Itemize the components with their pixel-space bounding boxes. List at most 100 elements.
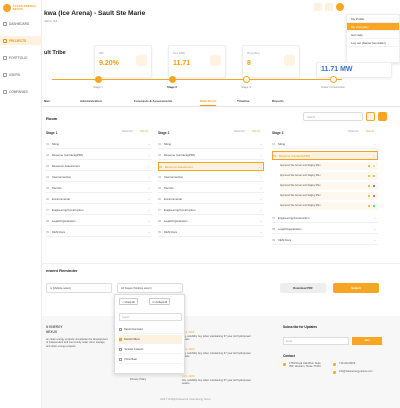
notification-icon[interactable] — [314, 3, 322, 11]
file-icon[interactable] — [367, 175, 370, 178]
document-row[interactable]: Approved Site Access and Staging Plan — [280, 162, 378, 170]
newsletter-join-button[interactable]: Join — [352, 337, 382, 345]
news-item[interactable]: Ioly, solubility buy when maintaining 67… — [182, 352, 252, 358]
chevron-down-icon[interactable]: ⌄ — [259, 197, 262, 201]
chevron-down-icon[interactable]: ⌄ — [147, 208, 150, 212]
data-room-search-input[interactable]: Search — [303, 112, 363, 121]
data-room-row[interactable]: 01 Siting ⌄ — [272, 140, 378, 149]
hide-all-link[interactable]: Hide All — [366, 131, 374, 133]
step-dot-3[interactable] — [243, 76, 250, 83]
popup-option[interactable]: Christ Baal — [119, 355, 182, 364]
file-icon[interactable] — [367, 185, 370, 188]
menu-item-help[interactable]: Get Help — [347, 31, 399, 39]
uncheck-all-button[interactable]: ✕ Uncheck All — [149, 298, 171, 305]
chevron-down-icon[interactable]: ⌄ — [258, 165, 261, 169]
data-room-row[interactable]: 02 Revenue Contracts(PPA) ⌄ — [46, 151, 152, 160]
chevron-down-icon[interactable]: ⌄ — [147, 186, 150, 190]
chevron-down-icon[interactable]: ⌄ — [372, 154, 375, 158]
sidebar-item-portfolio[interactable]: PORTFOLIO — [0, 53, 42, 62]
chevron-down-icon[interactable]: ⌄ — [147, 142, 150, 146]
tab-timeline[interactable]: Timeline — [237, 99, 250, 103]
data-room-row[interactable]: 02 Revenue Contracts(PPA) ⌄ — [272, 151, 378, 160]
hide-all-link[interactable]: Hide All — [140, 131, 148, 133]
sidebar-item-companies[interactable]: COMPANIES — [0, 87, 42, 96]
data-room-row[interactable]: 09 CEN Docs ⌄ — [272, 236, 378, 245]
popup-option-selected[interactable]: Dariolin Mieni — [119, 335, 182, 344]
tab-reports[interactable]: Reports — [272, 99, 284, 103]
chevron-down-icon[interactable]: ⌄ — [147, 175, 150, 179]
data-room-row[interactable]: 07 Engineering/Construction ⌄ — [272, 214, 378, 223]
step-dot-1[interactable] — [95, 76, 102, 83]
data-room-row[interactable]: 09 CEN Docs ⌄ — [46, 228, 152, 237]
document-row[interactable]: Approved Site Access and Staging Plan — [280, 202, 378, 210]
menu-item-profile[interactable]: My Profile — [347, 15, 399, 23]
step-dot-4[interactable] — [330, 76, 337, 83]
chevron-down-icon[interactable]: ⌄ — [373, 142, 376, 146]
expand-all-link[interactable]: Hazard All — [348, 131, 358, 133]
stages-select[interactable]: All Stages (Multiple select) — [117, 283, 183, 293]
chevron-down-icon[interactable]: ⌄ — [259, 230, 262, 234]
file-icon[interactable] — [367, 205, 370, 208]
chevron-down-icon[interactable]: ⌄ — [373, 227, 376, 231]
document-row[interactable]: Approved Site Access and Staging Plan — [280, 192, 378, 200]
data-room-row[interactable]: 07 Engineering/Construction ⌄ — [158, 206, 264, 215]
chevron-down-icon[interactable]: ⌄ — [373, 238, 376, 242]
data-room-row[interactable]: 03 Resource Assessment ⌄ — [158, 162, 264, 171]
data-room-row[interactable]: 06 Environmental ⌄ — [158, 195, 264, 204]
add-icon[interactable] — [378, 112, 387, 121]
popup-option[interactable]: Daniel Gonzalez — [119, 325, 182, 334]
chevron-down-icon[interactable]: ⌄ — [259, 208, 262, 212]
download-pdf-button[interactable]: Download PDF — [280, 283, 326, 293]
check-all-button[interactable]: ✓ Check All — [119, 298, 138, 305]
footer-link-privacy[interactable]: Privacy Policy — [130, 378, 146, 381]
avatar[interactable] — [336, 3, 344, 11]
popup-option[interactable]: Venicke Ivolepi/ti — [119, 345, 182, 354]
data-room-row[interactable]: 07 Engineering/Construction ⌄ — [46, 206, 152, 215]
chevron-down-icon[interactable]: ⌄ — [147, 219, 150, 223]
popup-search-input[interactable]: Search — [119, 313, 182, 321]
news-item[interactable]: Ioly, solubility buy when maintaining 67… — [182, 335, 252, 341]
newsletter-email-input[interactable]: Email — [283, 337, 349, 345]
settings-icon[interactable] — [366, 112, 375, 121]
projects-select[interactable]: ts (Multiple select) — [46, 283, 112, 293]
document-row[interactable]: Approved Site Access and Staging Plan — [280, 182, 378, 190]
data-room-row[interactable]: 04 Interconnection ⌄ — [158, 173, 264, 182]
data-room-row[interactable]: 08 Legal/Organization ⌄ — [46, 217, 152, 226]
submit-button[interactable]: Submit — [333, 283, 379, 293]
chevron-down-icon[interactable]: ⌄ — [259, 219, 262, 223]
data-room-row[interactable]: 02 Revenue Contracts(PPA) ⌄ — [158, 151, 264, 160]
data-room-row[interactable]: 08 Legal/Organization ⌄ — [272, 225, 378, 234]
chevron-down-icon[interactable]: ⌄ — [147, 153, 150, 157]
step-dot-2[interactable] — [169, 76, 176, 83]
expand-all-link[interactable]: Hazard All — [122, 131, 132, 133]
data-room-row[interactable]: 05 Permits ⌄ — [158, 184, 264, 193]
document-row[interactable]: Approved Site Access and Staging Plan — [280, 172, 378, 180]
chevron-down-icon[interactable]: ⌄ — [373, 216, 376, 220]
data-room-row[interactable]: 05 Permits ⌄ — [46, 184, 152, 193]
menu-item-logout[interactable]: Log out (Daniel Gonzalez) — [347, 39, 399, 47]
data-room-row[interactable]: 06 Environmental ⌄ — [46, 195, 152, 204]
file-icon[interactable] — [367, 195, 370, 198]
sidebar-item-dashboard[interactable]: DASHBOARD — [0, 19, 42, 28]
data-room-row[interactable]: 01 Siting ⌄ — [158, 140, 264, 149]
news-item[interactable]: Ioly, solubility buy when maintaining 67… — [182, 379, 252, 385]
menu-item-company[interactable]: My Company — [347, 23, 399, 31]
chevron-down-icon[interactable]: ⌄ — [259, 153, 262, 157]
data-room-row[interactable]: 03 Resource Assessment ⌄ — [46, 162, 152, 171]
chevron-down-icon[interactable]: ⌄ — [147, 197, 150, 201]
chevron-down-icon[interactable]: ⌄ — [259, 186, 262, 190]
sidebar-item-projects[interactable]: PROJECTS — [0, 36, 42, 45]
chevron-down-icon[interactable]: ⌄ — [259, 142, 262, 146]
brand-logo[interactable]: CLEAN ENERGY NEXUS — [3, 2, 39, 14]
data-room-row[interactable]: 04 Interconnection ⌄ — [46, 173, 152, 182]
tab-data-room[interactable]: Data Room — [200, 99, 217, 106]
tab-nav[interactable]: Nav — [44, 99, 50, 103]
data-room-row[interactable]: 09 CEN Docs ⌄ — [158, 228, 264, 237]
chevron-down-icon[interactable]: ⌄ — [147, 230, 150, 234]
chevron-down-icon[interactable]: ⌄ — [259, 175, 262, 179]
tab-forecasts[interactable]: Forecasts & Assessments — [134, 99, 172, 103]
sidebar-item-users[interactable]: USERS — [0, 70, 42, 79]
chevron-down-icon[interactable]: ⌄ — [147, 164, 150, 168]
file-icon[interactable] — [367, 165, 370, 168]
message-icon[interactable] — [325, 3, 333, 11]
